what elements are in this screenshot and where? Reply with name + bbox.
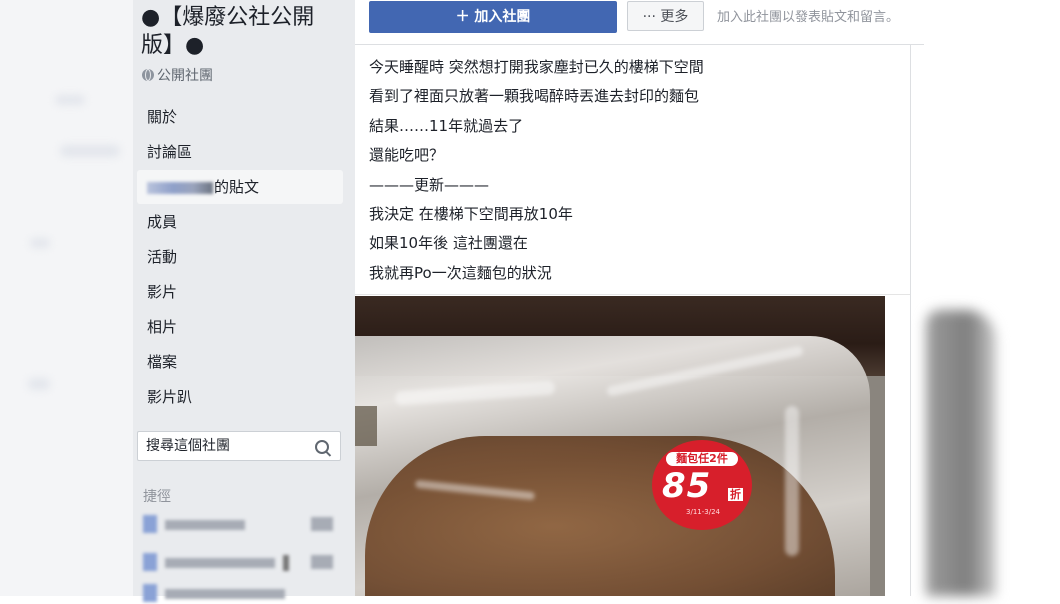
search-icon[interactable] (315, 440, 329, 454)
nav-item-label: 關於 (147, 108, 178, 126)
nav-item-member-posts[interactable]: 的貼文 (137, 170, 343, 204)
join-hint-text: 加入此社團以發表貼文和留言。 (717, 10, 900, 25)
nav-item-files[interactable]: 檔案 (137, 345, 343, 379)
post-text: 今天睡醒時 突然想打開我家塵封已久的樓梯下空間 看到了裡面只放著一顆我喝醉時丟進… (369, 53, 704, 288)
post-text-line: 如果10年後 這社團還在 (369, 234, 528, 253)
nav-item-label: 影片 (147, 283, 178, 301)
photo-bread (365, 436, 835, 596)
post-card: 今天睡醒時 突然想打開我家塵封已久的樓梯下空間 看到了裡面只放著一顆我喝醉時丟進… (355, 45, 911, 596)
shortcut-thumbnail (143, 515, 157, 533)
sticker-top-text: 麵包任2件 (666, 452, 738, 466)
shortcuts-heading: 捷徑 (143, 489, 171, 505)
nav-item-label: 討論區 (147, 143, 193, 161)
post-text-line: 今天睡醒時 突然想打開我家塵封已久的樓梯下空間 (369, 58, 704, 76)
nav-item-discussion[interactable]: 討論區 (137, 135, 343, 169)
group-nav: 關於 討論區 的貼文 成員 活動 影片 相片 檔案 影片趴 (137, 100, 343, 415)
nav-item-members[interactable]: 成員 (137, 205, 343, 239)
group-search-box (137, 431, 341, 461)
join-group-button[interactable]: ＋ 加入社團 (369, 1, 617, 33)
post-text-line: 還能吃吧？ (369, 146, 445, 165)
nav-item-about[interactable]: 關於 (137, 100, 343, 134)
sticker-unit: 折 (728, 488, 743, 501)
nav-item-label: 檔案 (147, 353, 178, 371)
bag-logo-icon (355, 406, 377, 446)
group-title[interactable]: ●【爆廢公社公開版】● (141, 4, 341, 60)
nav-item-label: 成員 (147, 213, 178, 231)
post-text-line: 我就再Po一次這麵包的狀況 (369, 263, 552, 282)
background-right-blur (924, 0, 1060, 596)
nav-item-label: 影片趴 (147, 388, 193, 406)
group-privacy: 公開社團 (142, 65, 213, 85)
nav-item-events[interactable]: 活動 (137, 240, 343, 274)
background-left-blur (0, 0, 133, 596)
sticker-date: 3/11-3/24 (686, 508, 720, 516)
shortcut-thumbnail (143, 553, 157, 571)
price-sticker: 麵包任2件 85 折 3/11-3/24 (652, 440, 752, 530)
post-text-line: 看到了裡面只放著一顆我喝醉時丟進去封印的麵包 (369, 87, 700, 106)
group-sidebar: ●【爆廢公社公開版】● 公開社團 關於 討論區 的貼文 成員 活動 影片 相片 … (133, 0, 355, 602)
group-search-input[interactable] (138, 432, 306, 460)
nav-item-label: 相片 (147, 318, 178, 336)
group-action-bar: ＋ 加入社團 ··· 更多 加入此社團以發表貼文和留言。 (355, 0, 924, 45)
post-text-line: 我決定 在樓梯下空間再放10年 (369, 204, 573, 223)
shortcut-item[interactable] (143, 584, 338, 604)
nav-item-videos[interactable]: 影片 (137, 275, 343, 309)
shortcut-thumbnail (143, 584, 157, 602)
nav-item-label: 活動 (147, 248, 178, 266)
nav-item-photos[interactable]: 相片 (137, 310, 343, 344)
more-button[interactable]: ··· 更多 (627, 1, 704, 31)
post-text-line: 結果……11年就過去了 (369, 116, 524, 135)
blurred-username (147, 181, 213, 194)
sticker-value: 85 (662, 466, 712, 506)
post-text-line: ———更新——— (369, 175, 490, 194)
shortcut-item[interactable] (143, 553, 338, 573)
group-privacy-label: 公開社團 (157, 68, 213, 84)
globe-icon (142, 69, 154, 81)
nav-item-watch-party[interactable]: 影片趴 (137, 380, 343, 414)
nav-item-label: 的貼文 (214, 178, 260, 196)
shortcut-item[interactable] (143, 515, 338, 535)
divider (355, 294, 910, 295)
post-photo[interactable]: 麵包任2件 85 折 3/11-3/24 (355, 296, 885, 596)
